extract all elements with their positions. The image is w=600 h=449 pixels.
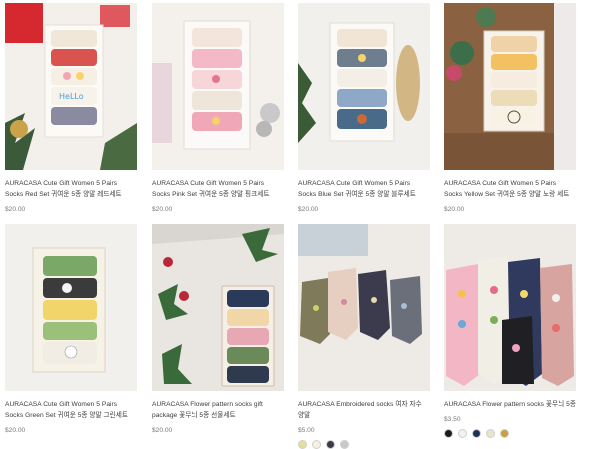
product-card[interactable]: AURACASA Flower pattern socks gift packa…	[152, 224, 284, 434]
color-swatch[interactable]	[326, 440, 335, 449]
product-image[interactable]	[298, 3, 430, 170]
product-image[interactable]: HeLLo	[5, 3, 137, 170]
color-swatch[interactable]	[500, 429, 509, 438]
product-card[interactable]: AURACASA Cute Gift Women 5 Pairs Socks B…	[298, 3, 430, 213]
product-title[interactable]: AURACASA Flower pattern socks gift packa…	[152, 399, 284, 421]
product-title[interactable]: AURACASA Cute Gift Women 5 Pairs Socks Y…	[444, 178, 576, 200]
color-swatch[interactable]	[472, 429, 481, 438]
product-image[interactable]	[152, 224, 284, 391]
product-title[interactable]: AURACASA Cute Gift Women 5 Pairs Socks P…	[152, 178, 284, 200]
product-price: $20.00	[152, 206, 173, 213]
product-title[interactable]: AURACASA Cute Gift Women 5 Pairs Socks G…	[5, 399, 137, 421]
product-grid: HeLLo AURACASA Cute Gift Women 5 Pairs S…	[0, 0, 600, 449]
color-swatch[interactable]	[312, 440, 321, 449]
product-price: $20.00	[5, 206, 26, 213]
color-swatch[interactable]	[340, 440, 349, 449]
product-price: $5.00	[298, 427, 315, 434]
product-price: $20.00	[152, 427, 173, 434]
color-swatch[interactable]	[486, 429, 495, 438]
product-title[interactable]: AURACASA Cute Gift Women 5 Pairs Socks R…	[5, 178, 137, 200]
product-price: $20.00	[5, 427, 26, 434]
product-card[interactable]: AURACASA Cute Gift Women 5 Pairs Socks P…	[152, 3, 284, 213]
product-title[interactable]: AURACASA Cute Gift Women 5 Pairs Socks B…	[298, 178, 430, 200]
product-price: $20.00	[444, 206, 465, 213]
product-card[interactable]: AURACASA Cute Gift Women 5 Pairs Socks G…	[5, 224, 137, 434]
product-title[interactable]: AURACASA Embroidered socks 여자 자수 양말	[298, 399, 430, 421]
product-image[interactable]	[152, 3, 284, 170]
product-image[interactable]	[444, 3, 576, 170]
product-image[interactable]	[5, 224, 137, 391]
product-title[interactable]: AURACASA Flower pattern socks 꽃무늬 5종	[444, 399, 576, 410]
product-card[interactable]: AURACASA Cute Gift Women 5 Pairs Socks Y…	[444, 3, 576, 213]
color-swatch[interactable]	[444, 429, 453, 438]
color-swatches	[298, 440, 430, 449]
product-card[interactable]: HeLLo AURACASA Cute Gift Women 5 Pairs S…	[5, 3, 137, 213]
color-swatch[interactable]	[298, 440, 307, 449]
color-swatches	[444, 429, 576, 438]
product-card[interactable]: AURACASA Embroidered socks 여자 자수 양말 $5.0…	[298, 224, 430, 449]
product-image[interactable]	[444, 224, 576, 391]
svg-text:HeLLo: HeLLo	[59, 92, 84, 101]
product-card[interactable]: AURACASA Flower pattern socks 꽃무늬 5종 $3.…	[444, 224, 576, 438]
product-image[interactable]	[298, 224, 430, 391]
product-price: $3.50	[444, 416, 461, 423]
color-swatch[interactable]	[458, 429, 467, 438]
product-price: $20.00	[298, 206, 319, 213]
